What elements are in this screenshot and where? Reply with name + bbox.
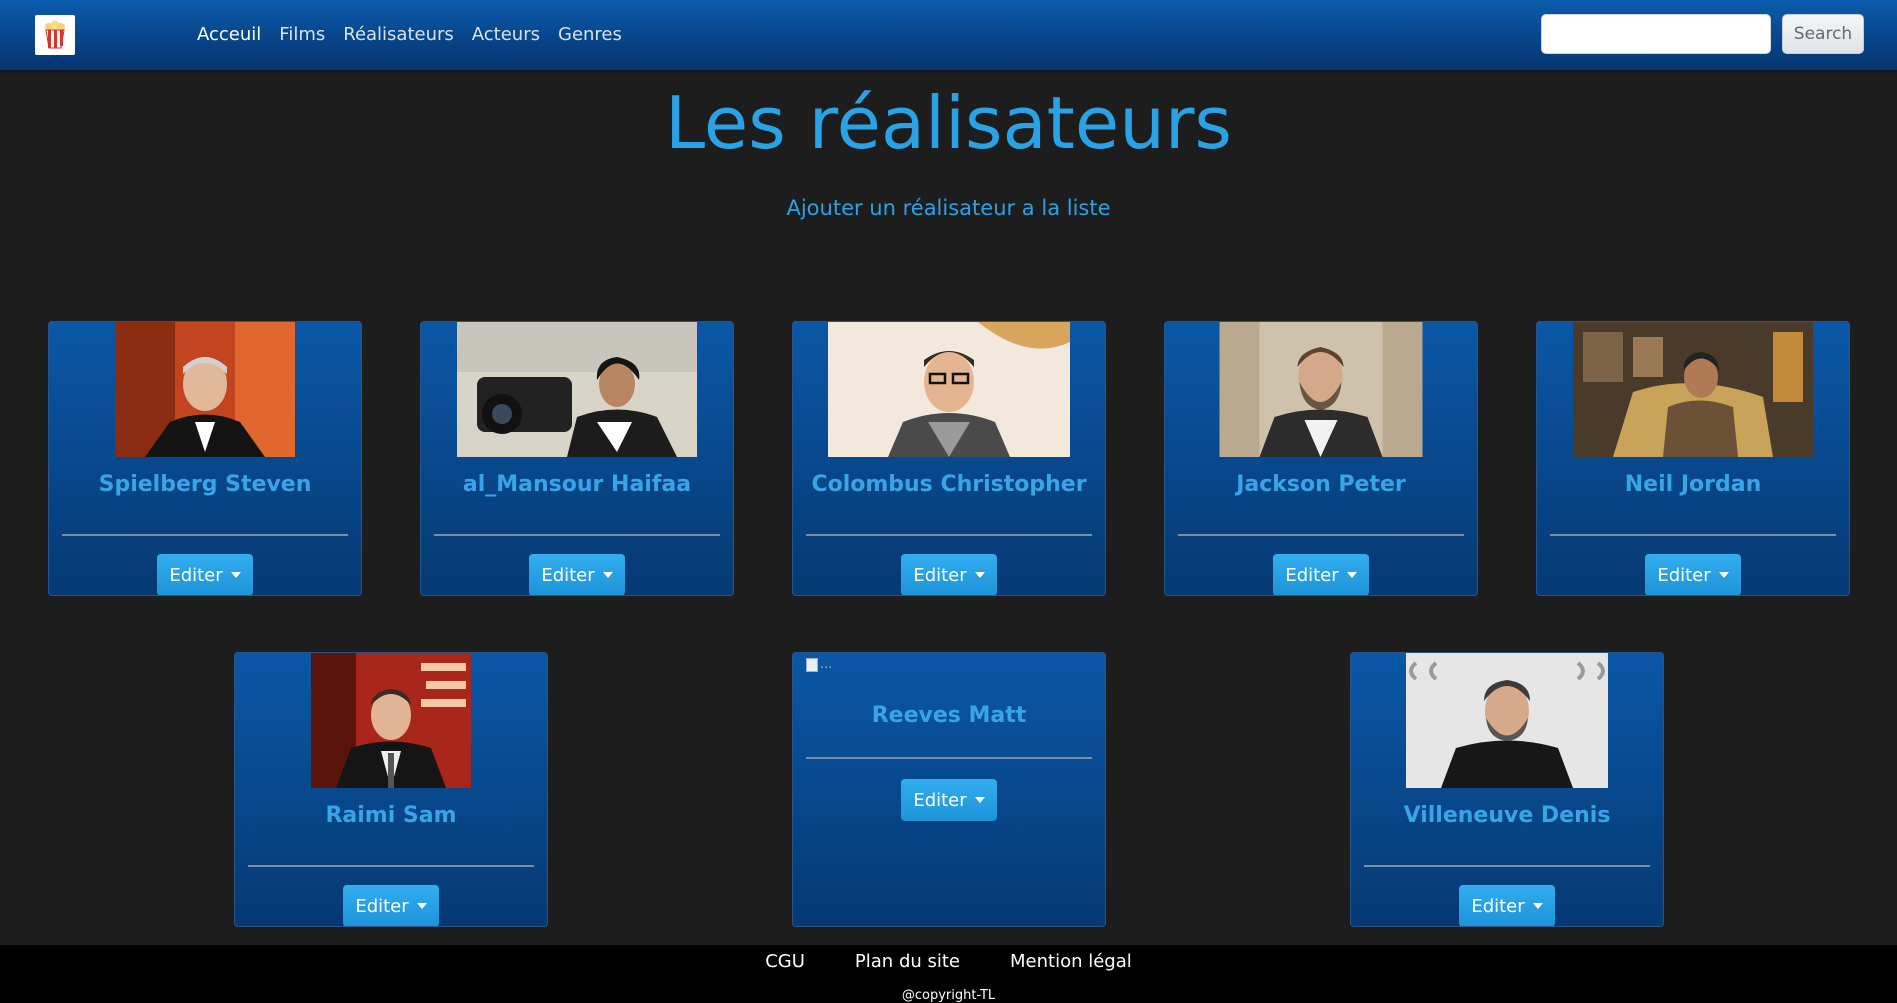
- edit-label: Editer: [169, 564, 223, 586]
- card-divider: [62, 534, 348, 536]
- edit-label: Editer: [913, 789, 967, 811]
- director-photo: [457, 322, 697, 457]
- popcorn-icon: [45, 20, 65, 49]
- edit-label: Editer: [1285, 564, 1339, 586]
- footer: CGU Plan du site Mention légal @copyrigh…: [0, 945, 1897, 1003]
- director-photo: [1219, 322, 1423, 457]
- edit-label: Editer: [913, 564, 967, 586]
- card-divider: [1364, 865, 1650, 867]
- card-divider: [806, 534, 1092, 536]
- broken-image-icon: [806, 657, 818, 672]
- director-name: Villeneuve Denis: [1403, 803, 1611, 828]
- page-title: Les réalisateurs: [665, 81, 1232, 165]
- copyright-text: @copyright-TL: [901, 988, 996, 1003]
- director-photo: [115, 322, 295, 457]
- card-divider: [434, 534, 720, 536]
- nav-link-acteurs[interactable]: Acteurs: [472, 20, 540, 50]
- edit-label: Editer: [541, 564, 595, 586]
- nav-link-films[interactable]: Films: [279, 20, 325, 50]
- add-director-link[interactable]: Ajouter un réalisateur a la liste: [0, 196, 1897, 220]
- director-name: Spielberg Steven: [98, 472, 312, 497]
- director-card: Jackson Peter Editer: [1164, 321, 1478, 596]
- caret-down-icon: [416, 903, 427, 909]
- caret-down-icon: [974, 572, 985, 578]
- caret-down-icon: [602, 572, 613, 578]
- director-card: Raimi Sam Editer: [234, 652, 548, 927]
- director-name: al_Mansour Haifaa: [462, 472, 692, 497]
- director-photo: [828, 322, 1070, 457]
- broken-image: ...: [806, 657, 832, 672]
- footer-link-plan-du-site[interactable]: Plan du site: [855, 947, 960, 977]
- director-name: Colombus Christopher: [811, 472, 1087, 497]
- edit-label: Editer: [1471, 895, 1525, 917]
- nav-link-acceuil[interactable]: Acceuil: [197, 20, 261, 50]
- edit-dropdown-button[interactable]: Editer: [1273, 554, 1369, 595]
- footer-link-mention-legal[interactable]: Mention légal: [1010, 947, 1132, 977]
- card-divider: [248, 865, 534, 867]
- caret-down-icon: [1532, 903, 1543, 909]
- edit-dropdown-button[interactable]: Editer: [901, 554, 997, 595]
- director-name: Neil Jordan: [1624, 472, 1762, 497]
- edit-dropdown-button[interactable]: Editer: [1459, 885, 1555, 926]
- director-photo: [311, 653, 471, 788]
- edit-dropdown-button[interactable]: Editer: [1645, 554, 1741, 595]
- director-name: Reeves Matt: [871, 703, 1027, 728]
- director-photo: [1573, 322, 1813, 457]
- director-card: ... Reeves Matt Editer: [792, 652, 1106, 927]
- director-photo: [1406, 653, 1608, 788]
- footer-link-cgu[interactable]: CGU: [765, 947, 805, 977]
- director-card: Colombus Christopher Editer: [792, 321, 1106, 596]
- director-card: Neil Jordan Editer: [1536, 321, 1850, 596]
- navbar: Acceuil Films Réalisateurs Acteurs Genre…: [0, 0, 1897, 70]
- director-card: Villeneuve Denis Editer: [1350, 652, 1664, 927]
- broken-image-alt: ...: [820, 657, 833, 672]
- director-card: Spielberg Steven Editer: [48, 321, 362, 596]
- edit-label: Editer: [1657, 564, 1711, 586]
- edit-dropdown-button[interactable]: Editer: [901, 779, 997, 821]
- nav-links: Acceuil Films Réalisateurs Acteurs Genre…: [197, 20, 622, 50]
- edit-dropdown-button[interactable]: Editer: [529, 554, 625, 595]
- director-name: Raimi Sam: [325, 803, 457, 828]
- caret-down-icon: [230, 572, 241, 578]
- card-divider: [806, 757, 1092, 759]
- edit-label: Editer: [355, 895, 409, 917]
- nav-link-realisateurs[interactable]: Réalisateurs: [343, 20, 454, 50]
- edit-dropdown-button[interactable]: Editer: [157, 554, 253, 595]
- card-divider: [1550, 534, 1836, 536]
- caret-down-icon: [1718, 572, 1729, 578]
- caret-down-icon: [974, 797, 985, 803]
- site-logo[interactable]: [35, 15, 75, 55]
- director-name: Jackson Peter: [1236, 472, 1406, 497]
- footer-links: CGU Plan du site Mention légal: [0, 947, 1897, 977]
- search-input[interactable]: [1541, 14, 1771, 54]
- edit-dropdown-button[interactable]: Editer: [343, 885, 439, 926]
- caret-down-icon: [1346, 572, 1357, 578]
- search-button[interactable]: Search: [1782, 14, 1864, 54]
- card-divider: [1178, 534, 1464, 536]
- nav-link-genres[interactable]: Genres: [558, 20, 622, 50]
- director-card: al_Mansour Haifaa Editer: [420, 321, 734, 596]
